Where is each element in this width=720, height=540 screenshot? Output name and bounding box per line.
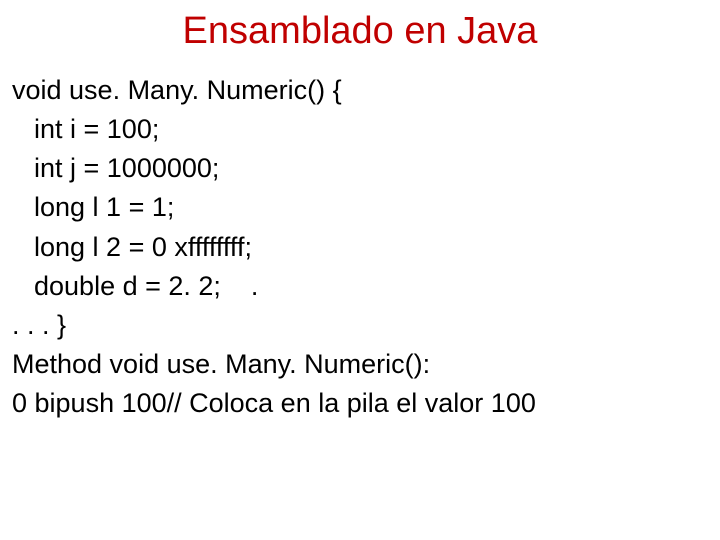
code-line: long l 1 = 1; bbox=[12, 188, 708, 227]
slide-body: void use. Many. Numeric() { int i = 100;… bbox=[12, 71, 708, 423]
code-line: . . . } bbox=[12, 306, 708, 345]
code-line: double d = 2. 2; . bbox=[12, 267, 708, 306]
code-line: Method void use. Many. Numeric(): bbox=[12, 345, 708, 384]
code-line: long l 2 = 0 xffffffff; bbox=[12, 228, 708, 267]
code-line: int j = 1000000; bbox=[12, 149, 708, 188]
slide: Ensamblado en Java void use. Many. Numer… bbox=[0, 0, 720, 540]
slide-title: Ensamblado en Java bbox=[12, 10, 708, 53]
code-line: 0 bipush 100// Coloca en la pila el valo… bbox=[12, 384, 708, 423]
code-line: void use. Many. Numeric() { bbox=[12, 71, 708, 110]
code-line: int i = 100; bbox=[12, 110, 708, 149]
